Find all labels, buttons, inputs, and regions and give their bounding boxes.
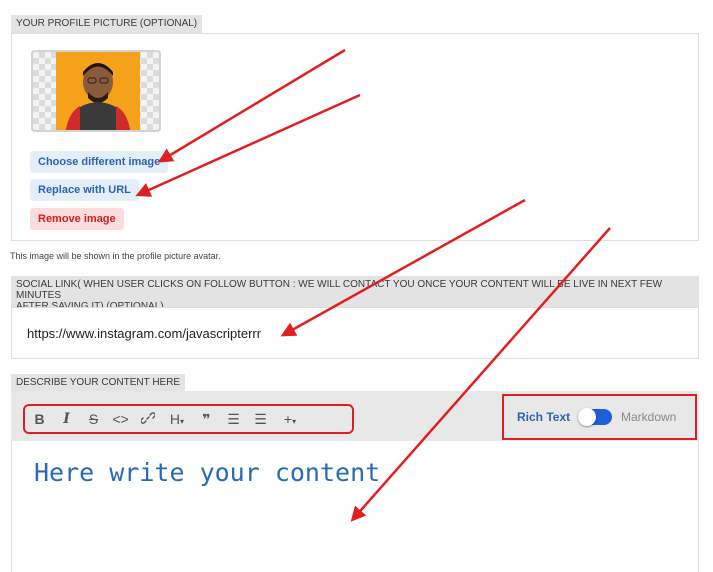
bold-icon[interactable]: B: [27, 411, 52, 427]
social-link-input[interactable]: [25, 325, 629, 342]
heading-label: H: [169, 411, 181, 427]
numbered-list-icon[interactable]: ☰: [248, 411, 273, 428]
bullet-list-icon[interactable]: ☰: [221, 411, 246, 428]
italic-icon[interactable]: I: [54, 411, 79, 427]
quote-icon[interactable]: ❞: [194, 411, 219, 428]
replace-url-button[interactable]: Replace with URL: [30, 179, 139, 201]
social-link-panel: [11, 307, 699, 359]
profile-picture-hint: This image will be shown in the profile …: [10, 251, 221, 261]
editor-mode-toggle-group: Rich Text Markdown: [502, 394, 697, 440]
toggle-knob: [578, 408, 596, 426]
more-icon[interactable]: +▾: [275, 411, 305, 427]
content-editor[interactable]: Here write your content: [11, 441, 699, 572]
profile-picture-panel: Choose different image Replace with URL …: [11, 33, 699, 241]
strikethrough-icon[interactable]: S: [81, 411, 106, 427]
content-label: DESCRIBE YOUR CONTENT HERE: [11, 374, 186, 392]
markdown-label[interactable]: Markdown: [621, 410, 676, 424]
choose-image-button[interactable]: Choose different image: [30, 151, 169, 173]
more-label: +: [283, 411, 293, 427]
avatar-photo: [56, 52, 140, 130]
social-link-label-line1: SOCIAL LINK( WHEN USER CLICKS ON FOLLOW …: [16, 279, 663, 301]
heading-icon[interactable]: H▾: [162, 411, 192, 427]
code-icon[interactable]: <>: [108, 411, 133, 427]
profile-picture-label: YOUR PROFILE PICTURE (OPTIONAL): [11, 15, 203, 33]
editor-placeholder: Here write your content: [34, 458, 381, 487]
avatar-preview: [31, 50, 161, 132]
link-icon[interactable]: [135, 411, 160, 428]
remove-image-button[interactable]: Remove image: [30, 208, 124, 230]
mode-toggle-switch[interactable]: [578, 408, 612, 426]
formatting-group: B I S <> H▾ ❞ ☰ ☰ +▾: [23, 404, 354, 434]
rich-text-label[interactable]: Rich Text: [517, 410, 570, 424]
editor-toolbar: B I S <> H▾ ❞ ☰ ☰ +▾ Rich Text Markdown: [11, 391, 699, 441]
